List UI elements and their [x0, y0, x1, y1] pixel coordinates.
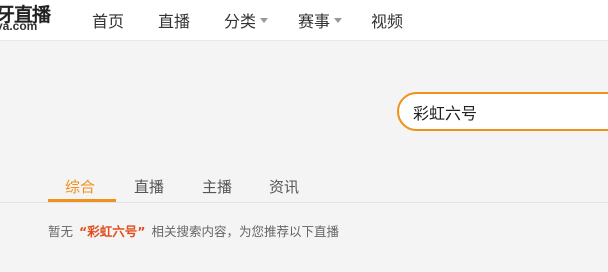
nav-item-label: 视频 — [371, 12, 404, 31]
no-results-notice: 暂无 “彩虹六号” 相关搜索内容，为您推荐以下直播 — [48, 221, 339, 240]
tab-streamers[interactable]: 主播 — [202, 176, 232, 197]
tab-live[interactable]: 直播 — [134, 176, 164, 197]
nav-item-home[interactable]: 首页 — [92, 8, 124, 32]
logo-domain: ya.com — [0, 19, 38, 33]
nav-item-label: 赛事 — [298, 12, 331, 31]
site-logo[interactable]: 牙直播 ya.com — [0, 0, 56, 38]
tabs-divider — [0, 202, 608, 203]
notice-suffix: 相关搜索内容，为您推荐以下直播 — [151, 224, 339, 239]
notice-prefix: 暂无 — [48, 224, 74, 239]
tab-all[interactable]: 综合 — [65, 176, 95, 197]
nav-item-events[interactable]: 赛事 — [298, 8, 343, 32]
nav-item-label: 分类 — [224, 12, 257, 31]
search-keyword: “彩虹六号” — [79, 224, 146, 239]
nav-item-video[interactable]: 视频 — [371, 8, 403, 32]
search-input[interactable] — [413, 101, 608, 123]
tab-news[interactable]: 资讯 — [269, 176, 299, 197]
search-box[interactable] — [397, 92, 608, 131]
nav-item-label: 首页 — [92, 12, 125, 31]
chevron-down-icon — [260, 18, 269, 23]
nav-item-live[interactable]: 直播 — [158, 8, 190, 32]
nav-item-label: 直播 — [158, 12, 191, 31]
nav-item-category[interactable]: 分类 — [224, 8, 269, 32]
top-header: 牙直播 ya.com 首页 直播 分类 赛事 视频 — [0, 0, 608, 41]
chevron-down-icon — [334, 18, 343, 23]
